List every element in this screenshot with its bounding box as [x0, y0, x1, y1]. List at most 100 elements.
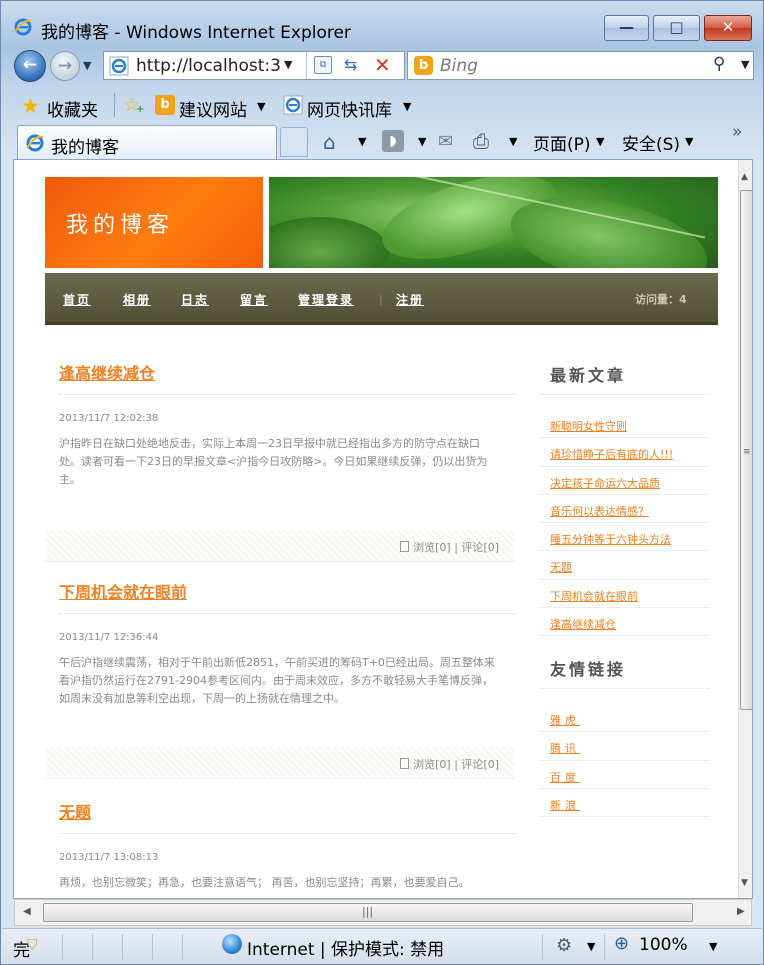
ie-logo-icon [14, 18, 32, 36]
nav-album[interactable]: 相册 [123, 291, 151, 308]
friend-link[interactable]: 雅虎 [540, 704, 710, 733]
tab-ie-icon [26, 134, 44, 152]
latest-post-link[interactable]: 新聪明女性守则 [540, 410, 710, 439]
post-title-link[interactable]: 下周机会就在眼前 [59, 579, 187, 603]
page-viewport: 我的博客 首页 相册 日志 留言 管理登录 | 注册 访问量：4 逢高继续减仓 … [13, 159, 753, 899]
print-dropdown-icon[interactable]: ▼ [509, 135, 517, 148]
post-meta[interactable]: 浏览[0] | 评论[0] [400, 756, 499, 772]
security-zone-text[interactable]: Internet | 保护模式: 禁用 [247, 935, 444, 960]
safety-menu[interactable]: 安全(S) [622, 130, 680, 155]
status-divider [182, 934, 183, 960]
latest-post-link[interactable]: 决定孩子命运六大品质 [540, 467, 710, 495]
refresh-icon[interactable]: ⇆ [344, 55, 357, 74]
address-dropdown-icon[interactable]: ▼ [284, 58, 292, 71]
post-divider [59, 394, 515, 395]
search-icon[interactable]: ⚲ [713, 54, 725, 74]
friend-link[interactable]: 新浪 [540, 789, 710, 818]
forward-button[interactable]: → [50, 51, 80, 81]
nav-home[interactable]: 首页 [63, 291, 91, 308]
post-divider [59, 833, 515, 834]
webslice-dropdown-icon[interactable]: ▼ [403, 100, 411, 113]
nav-blog[interactable]: 日志 [181, 291, 209, 308]
horizontal-scrollbar[interactable]: ◀ ||| ▶ [14, 899, 752, 926]
more-commands-icon[interactable]: » [732, 122, 742, 142]
latest-post-link[interactable]: 逢高继续减仓 [540, 608, 710, 637]
scroll-up-icon[interactable]: ▲ [741, 172, 748, 182]
search-bar[interactable]: b Bing ⚲ ▼ [407, 51, 754, 80]
friend-link[interactable]: 腾讯 [540, 732, 710, 761]
nav-admin-login[interactable]: 管理登录 [298, 291, 354, 308]
suggested-sites-link[interactable]: 建议网站 [179, 96, 247, 121]
add-plus-icon: + [136, 104, 145, 115]
suggested-dropdown-icon[interactable]: ▼ [257, 100, 265, 113]
tab-current[interactable]: 我的博客 [17, 125, 277, 159]
nav-guestbook[interactable]: 留言 [240, 291, 268, 308]
latest-post-link[interactable]: 音乐何以表达情感？ [540, 495, 710, 524]
address-bar[interactable]: http://localhost:3 ▼ ⧉ ⇆ ✕ [103, 51, 405, 80]
stop-icon[interactable]: ✕ [374, 53, 391, 77]
post-meta-text[interactable]: 浏览[0] | 评论[0] [413, 541, 499, 554]
status-divider [152, 934, 153, 960]
post-date: 2013/11/7 12:36:44 [59, 632, 159, 643]
latest-post-link[interactable]: 无题 [540, 551, 710, 580]
friend-link[interactable]: 百度 [540, 761, 710, 789]
favorites-star-icon[interactable]: ★ [21, 94, 40, 118]
post-footer: 浏览[0] | 评论[0] [45, 530, 515, 562]
document-icon [400, 541, 410, 552]
maximize-button[interactable]: □ [653, 15, 700, 41]
latest-post-link[interactable]: 请珍惜睁子后有底的人!!! [540, 438, 710, 467]
post-title-link[interactable]: 无题 [59, 799, 91, 823]
page-dropdown-icon[interactable]: ▼ [596, 135, 604, 148]
safety-dropdown-icon[interactable]: ▼ [685, 135, 693, 148]
addons-icon[interactable]: ⚙ [556, 935, 572, 956]
search-input[interactable]: Bing [440, 56, 478, 76]
home-dropdown-icon[interactable]: ▼ [358, 135, 366, 148]
back-arrow-icon: ← [22, 55, 38, 75]
latest-post-link[interactable]: 睡五分钟等于六钟头方法 [540, 523, 710, 552]
zoom-icon[interactable]: ⊕ [614, 933, 629, 954]
scroll-down-icon[interactable]: ▼ [741, 878, 748, 888]
page-menu[interactable]: 页面(P) [533, 130, 591, 155]
post-title-link[interactable]: 逢高继续减仓 [59, 360, 155, 384]
minimize-button[interactable]: — [604, 15, 649, 41]
horizontal-scroll-thumb[interactable]: ||| [43, 903, 693, 922]
scroll-grip-icon: ≡ [743, 447, 751, 457]
new-tab-button[interactable] [280, 127, 308, 157]
post-meta[interactable]: 浏览[0] | 评论[0] [400, 539, 499, 555]
print-icon[interactable]: ⎙ [473, 129, 489, 153]
zoom-dropdown-icon[interactable]: ▼ [709, 940, 717, 953]
history-dropdown-icon[interactable]: ▼ [83, 59, 91, 72]
post-body: 再烦，也别忘微笑；再急，也要注意语气； 再苦，也别忘坚持；再累，也要爱自己。 [59, 876, 470, 889]
scroll-grip-icon: ||| [362, 905, 374, 918]
favorites-button[interactable]: 收藏夹 [47, 96, 98, 121]
scroll-left-icon[interactable]: ◀ [23, 906, 31, 917]
compatibility-view-icon[interactable]: ⧉ [314, 56, 332, 74]
latest-post-link[interactable]: 下周机会就在眼前 [540, 580, 710, 609]
close-button[interactable]: ✕ [704, 15, 752, 41]
rss-feed-icon[interactable]: ◗ [382, 130, 404, 152]
back-button[interactable]: ← [14, 50, 46, 82]
status-divider [604, 934, 605, 960]
zoom-level[interactable]: 100% [639, 935, 688, 955]
addons-dropdown-icon[interactable]: ▼ [587, 940, 595, 953]
search-dropdown-icon[interactable]: ▼ [741, 58, 749, 71]
address-input[interactable]: http://localhost:3 [136, 56, 302, 76]
blog-header-logo: 我的博客 [45, 177, 263, 268]
nav-register[interactable]: 注册 [396, 291, 424, 308]
close-icon: ✕ [721, 18, 735, 36]
favorites-bar: ★ 收藏夹 ☆ + b 建议网站 ▼ 网页快讯库 ▼ [1, 87, 763, 123]
vertical-scrollbar[interactable]: ▲ ≡ ▼ [738, 160, 752, 898]
post-body: 午后沪指继续震荡，相对于午前出新低2851，午前买进的筹码T+0已经出局。周五整… [59, 656, 495, 705]
feed-dropdown-icon[interactable]: ▼ [418, 135, 426, 148]
friend-links-heading: 友情链接 [550, 660, 627, 679]
latest-posts-list: 新聪明女性守则 请珍惜睁子后有底的人!!! 决定孩子命运六大品质 音乐何以表达情… [540, 410, 710, 637]
post-divider [59, 613, 515, 614]
post-meta-text[interactable]: 浏览[0] | 评论[0] [413, 758, 499, 771]
webslice-gallery-link[interactable]: 网页快讯库 [307, 96, 392, 121]
bing-icon: b [414, 56, 433, 75]
read-mail-icon[interactable]: ✉ [438, 131, 453, 152]
home-icon[interactable]: ⌂ [323, 130, 336, 154]
vertical-scroll-thumb[interactable]: ≡ [740, 190, 752, 710]
document-icon [400, 758, 410, 769]
scroll-right-icon[interactable]: ▶ [737, 906, 745, 917]
